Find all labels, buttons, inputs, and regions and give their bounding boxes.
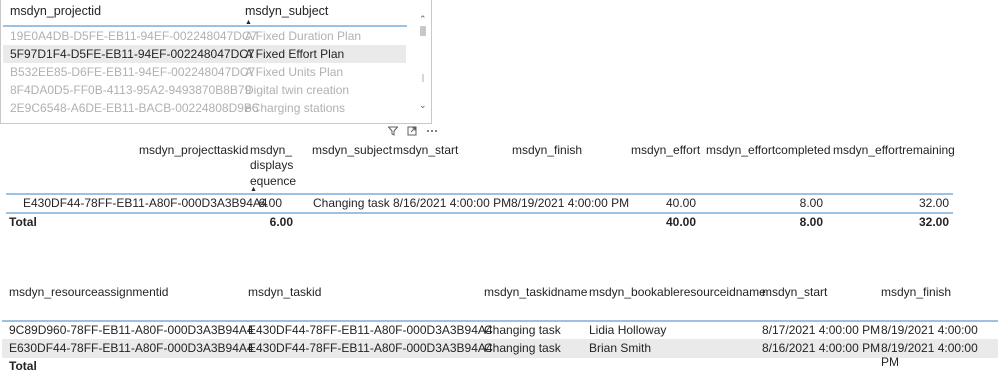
cell-taskid: E430DF44-78FF-EB11-A80F-000D3A3B94A4: [248, 341, 493, 355]
cell-projectid: 19E0A4DB-D5FE-EB11-94EF-002248047DC7: [10, 29, 258, 43]
cell-taskidname: Changing task: [484, 341, 561, 355]
cell-bookableresourceidname: Lidia Holloway: [589, 323, 667, 337]
project-table-visual: msdyn_projectid msdyn_subject ▲ 19E0A4DB…: [0, 0, 432, 124]
table-row-alt[interactable]: E630DF44-78FF-EB11-A80F-000D3A3B94A4 E43…: [2, 339, 998, 369]
cell-projecttaskid: E430DF44-78FF-EB11-A80F-000D3A3B94A4: [23, 196, 268, 210]
table-row[interactable]: B532EE85-D6FE-EB11-94EF-002248047DC7 A F…: [3, 63, 406, 81]
column-header-displaysequence-2[interactable]: displays: [250, 158, 293, 172]
cell-resourceassignmentid: E630DF44-78FF-EB11-A80F-000D3A3B94A4: [9, 341, 254, 355]
cell-start: 8/17/2021 4:00:00 PM: [762, 323, 881, 337]
scrollbar-thumb[interactable]: [420, 26, 426, 36]
filter-icon[interactable]: [387, 126, 407, 139]
scroll-up-icon[interactable]: ⌃: [419, 14, 427, 25]
cell-effortcompleted: 8.00: [799, 196, 823, 210]
column-header-bookableresourceidname[interactable]: msdyn_bookableresourceidname: [589, 285, 766, 299]
column-header-resourceassignmentid[interactable]: msdyn_resourceassignmentid: [9, 285, 168, 299]
column-header-start[interactable]: msdyn_start: [762, 285, 827, 299]
total-effort: 40.00: [665, 215, 696, 229]
table-row-selected[interactable]: 5F97D1F4-D5FE-EB11-94EF-002248047DC7 A F…: [3, 45, 406, 63]
column-header-effort[interactable]: msdyn_effort: [631, 143, 700, 157]
column-header-taskid[interactable]: msdyn_taskid: [248, 285, 321, 299]
total-effortcompleted: 8.00: [799, 215, 823, 229]
more-options-icon[interactable]: [426, 128, 438, 139]
cell-effort: 40.00: [665, 196, 696, 210]
column-header-taskidname[interactable]: msdyn_taskidname: [484, 285, 587, 299]
total-divider: [6, 212, 953, 214]
cell-projectid: 8F4DA0D5-FF0B-4113-95A2-9493870B8B79: [10, 83, 252, 97]
focus-mode-icon[interactable]: [407, 126, 426, 139]
column-header-start[interactable]: msdyn_start: [393, 143, 458, 157]
cell-start: 8/16/2021 4:00:00 PM: [762, 341, 881, 355]
total-label: Total: [9, 359, 37, 373]
table-row[interactable]: 2E9C6548-A6DE-EB11-BACB-00224808D9B6 eCh…: [3, 99, 406, 117]
column-header-finish[interactable]: msdyn_finish: [512, 143, 582, 157]
cell-subject: A Fixed Units Plan: [245, 65, 344, 79]
cell-projectid: 2E9C6548-A6DE-EB11-BACB-00224808D9B6: [10, 101, 259, 115]
cell-subject: Digital twin creation: [245, 83, 350, 97]
visual-header-icons: [387, 126, 438, 139]
scroll-down-icon[interactable]: ⌄: [419, 100, 427, 111]
cell-subject: eCharging stations: [245, 101, 346, 115]
vertical-scrollbar[interactable]: ⌃ ⌄: [419, 14, 427, 111]
column-header-subject[interactable]: msdyn_subject: [312, 143, 392, 157]
cell-displaysequence: 6.00: [258, 196, 282, 210]
table-row[interactable]: 19E0A4DB-D5FE-EB11-94EF-002248047DC7 A F…: [3, 27, 406, 45]
cell-effortremaining: 32.00: [918, 196, 949, 210]
scrollbar-grip: [422, 74, 424, 82]
header-divider: [6, 193, 953, 195]
cell-start: 8/16/2021 4:00:00 PM: [393, 196, 512, 210]
column-header-projectid[interactable]: msdyn_projectid: [10, 4, 101, 18]
cell-subject: Changing task: [313, 196, 390, 210]
sort-ascending-icon[interactable]: ▲: [250, 186, 257, 193]
header-divider: [2, 320, 998, 322]
column-header-effortremaining[interactable]: msdyn_effortremaining: [833, 143, 955, 157]
cell-finish: 8/19/2021 4:00:00 PM: [881, 341, 978, 369]
cell-bookableresourceidname: Brian Smith: [589, 341, 652, 355]
column-header-projecttaskid[interactable]: msdyn_projecttaskid: [139, 143, 248, 157]
cell-resourceassignmentid: 9C89D960-78FF-EB11-A80F-000D3A3B94A4: [9, 323, 254, 337]
cell-subject: A Fixed Effort Plan: [245, 47, 345, 61]
cell-projectid: 5F97D1F4-D5FE-EB11-94EF-002248047DC7: [10, 47, 255, 61]
column-header-displaysequence-1[interactable]: msdyn_: [250, 143, 292, 157]
total-effortremaining: 32.00: [918, 215, 949, 229]
total-displaysequence: 6.00: [269, 215, 293, 229]
column-header-subject[interactable]: msdyn_subject: [245, 4, 328, 18]
column-header-finish[interactable]: msdyn_finish: [881, 285, 951, 299]
cell-projectid: B532EE85-D6FE-EB11-94EF-002248047DC7: [10, 65, 256, 79]
column-header-effortcompleted[interactable]: msdyn_effortcompleted: [706, 143, 831, 157]
total-label: Total: [9, 215, 37, 229]
table-row-partial[interactable]: [3, 117, 406, 123]
cell-taskidname: Changing task: [484, 323, 561, 337]
cell-finish: 8/19/2021 4:00:00 PM: [511, 196, 630, 210]
cell-taskid: E430DF44-78FF-EB11-A80F-000D3A3B94A4: [248, 323, 493, 337]
cell-subject: A Fixed Duration Plan: [245, 29, 362, 43]
table-row[interactable]: 8F4DA0D5-FF0B-4113-95A2-9493870B8B79 Dig…: [3, 81, 406, 99]
